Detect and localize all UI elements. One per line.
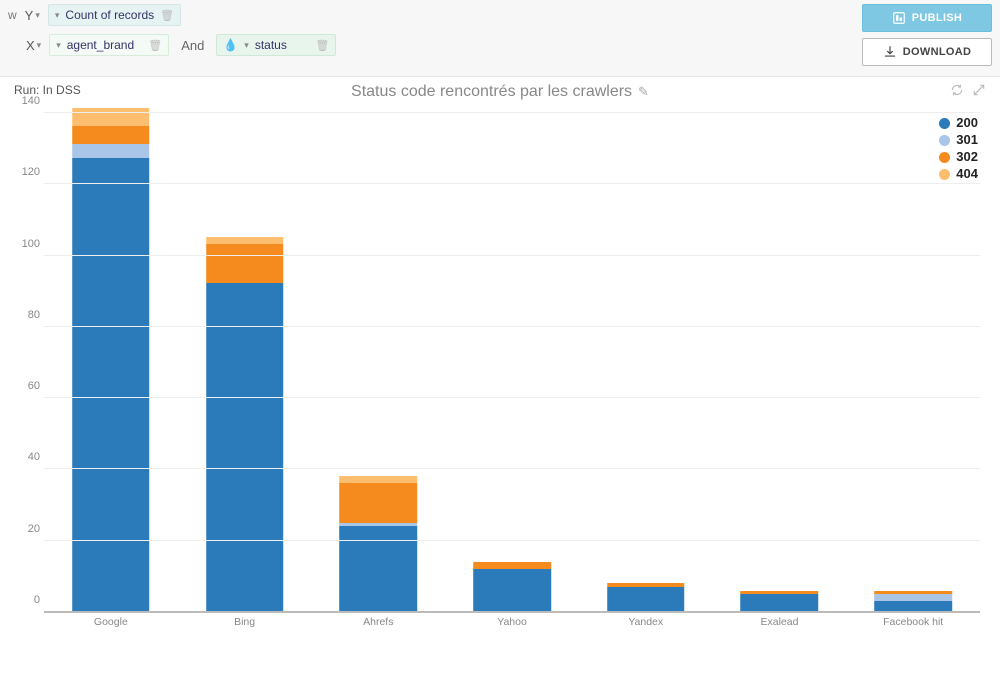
bar-stack[interactable] <box>206 237 284 612</box>
trash-icon[interactable]: 🗑 <box>148 39 162 52</box>
bar-stack[interactable] <box>874 591 952 612</box>
bar-slot: Bing <box>178 113 312 612</box>
chart-title[interactable]: Status code rencontrés par les crawlers … <box>351 83 649 101</box>
bar-stack[interactable] <box>741 591 819 612</box>
y-tick-label: 80 <box>16 309 40 321</box>
x-tick-label: Yahoo <box>497 612 527 628</box>
trash-icon[interactable]: 🗑 <box>315 39 329 52</box>
y-tick-label: 0 <box>16 594 40 606</box>
x-dimension-label: agent_brand <box>67 38 143 52</box>
bar-segment[interactable] <box>206 244 284 283</box>
series-label: status <box>255 38 310 52</box>
y-metric-label: Count of records <box>65 8 154 22</box>
bar-segment[interactable] <box>473 569 551 612</box>
bar-slot: Facebook hit <box>846 113 980 612</box>
y-tick-label: 20 <box>16 523 40 535</box>
caret-down-icon: ▾ <box>56 40 61 51</box>
grid-line <box>44 540 980 541</box>
pencil-icon[interactable]: ✎ <box>638 84 649 100</box>
drop-icon: 💧 <box>223 38 238 52</box>
publish-button[interactable]: PUBLISH <box>862 4 992 32</box>
x-tick-label: Bing <box>234 612 255 628</box>
grid-line <box>44 255 980 256</box>
y-tick-label: 60 <box>16 380 40 392</box>
bar-slot: Google <box>44 113 178 612</box>
grid-line <box>44 326 980 327</box>
bars-container: GoogleBingAhrefsYahooYandexExaleadFacebo… <box>44 113 980 612</box>
x-dimension-pill[interactable]: ▾ agent_brand 🗑 <box>49 34 169 56</box>
bar-segment[interactable] <box>72 144 150 158</box>
refresh-icon[interactable] <box>950 83 964 97</box>
x-row: X▾ ▾ agent_brand 🗑 And 💧 ▾ status 🗑 <box>8 34 336 56</box>
y-tick-label: 40 <box>16 451 40 463</box>
config-right: PUBLISH DOWNLOAD <box>862 4 992 66</box>
publish-icon <box>892 11 906 25</box>
and-label: And <box>177 38 208 53</box>
bar-stack[interactable] <box>340 476 418 612</box>
grid-line <box>44 611 980 612</box>
series-pill[interactable]: 💧 ▾ status 🗑 <box>216 34 336 56</box>
bar-slot: Ahrefs <box>311 113 445 612</box>
chart-title-text: Status code rencontrés par les crawlers <box>351 83 632 101</box>
publish-label: PUBLISH <box>912 12 962 24</box>
bar-slot: Yandex <box>579 113 713 612</box>
bar-slot: Yahoo <box>445 113 579 612</box>
caret-down-icon: ▾ <box>244 40 249 51</box>
caret-down-icon: ▾ <box>37 40 42 51</box>
config-left: w Y▾ ▾ Count of records 🗑 X▾ ▾ agent_bra… <box>8 4 336 56</box>
grid-line <box>44 468 980 469</box>
bar-segment[interactable] <box>206 283 284 612</box>
bar-segment[interactable] <box>340 483 418 522</box>
caret-down-icon: ▾ <box>35 10 40 21</box>
expand-icon[interactable] <box>972 83 986 97</box>
y-tick-label: 140 <box>16 95 40 107</box>
grid-line <box>44 397 980 398</box>
y-tick-label: 100 <box>16 238 40 250</box>
y-axis-label[interactable]: Y▾ <box>25 8 40 23</box>
x-tick-label: Exalead <box>760 612 798 628</box>
download-icon <box>883 45 897 59</box>
plot-area: GoogleBingAhrefsYahooYandexExaleadFacebo… <box>44 113 980 613</box>
bar-segment[interactable] <box>340 476 418 483</box>
bar-stack[interactable] <box>607 583 685 612</box>
chart-tools <box>950 83 986 97</box>
y-row: w Y▾ ▾ Count of records 🗑 <box>8 4 336 26</box>
bar-segment[interactable] <box>72 126 150 144</box>
bar-segment[interactable] <box>741 594 819 612</box>
chart-panel: Run: In DSS Status code rencontrés par l… <box>0 77 1000 662</box>
download-button[interactable]: DOWNLOAD <box>862 38 992 66</box>
bar-slot: Exalead <box>713 113 847 612</box>
bar-segment[interactable] <box>206 237 284 244</box>
x-tick-label: Google <box>94 612 128 628</box>
y-tick-label: 120 <box>16 166 40 178</box>
x-axis-label[interactable]: X▾ <box>26 38 41 53</box>
x-tick-label: Facebook hit <box>883 612 943 628</box>
bar-segment[interactable] <box>607 587 685 612</box>
grid-line <box>44 183 980 184</box>
bar-segment[interactable] <box>874 594 952 601</box>
caret-down-icon: ▾ <box>55 10 60 21</box>
y-metric-pill[interactable]: ▾ Count of records 🗑 <box>48 4 181 26</box>
grid-line <box>44 112 980 113</box>
x-tick-label: Yandex <box>628 612 663 628</box>
row-marker: w <box>8 8 17 22</box>
config-bar: w Y▾ ▾ Count of records 🗑 X▾ ▾ agent_bra… <box>0 0 1000 77</box>
bar-segment[interactable] <box>473 562 551 569</box>
bar-stack[interactable] <box>473 562 551 612</box>
bar-segment[interactable] <box>72 158 150 612</box>
download-label: DOWNLOAD <box>903 46 971 58</box>
x-tick-label: Ahrefs <box>363 612 393 628</box>
trash-icon[interactable]: 🗑 <box>160 9 174 22</box>
